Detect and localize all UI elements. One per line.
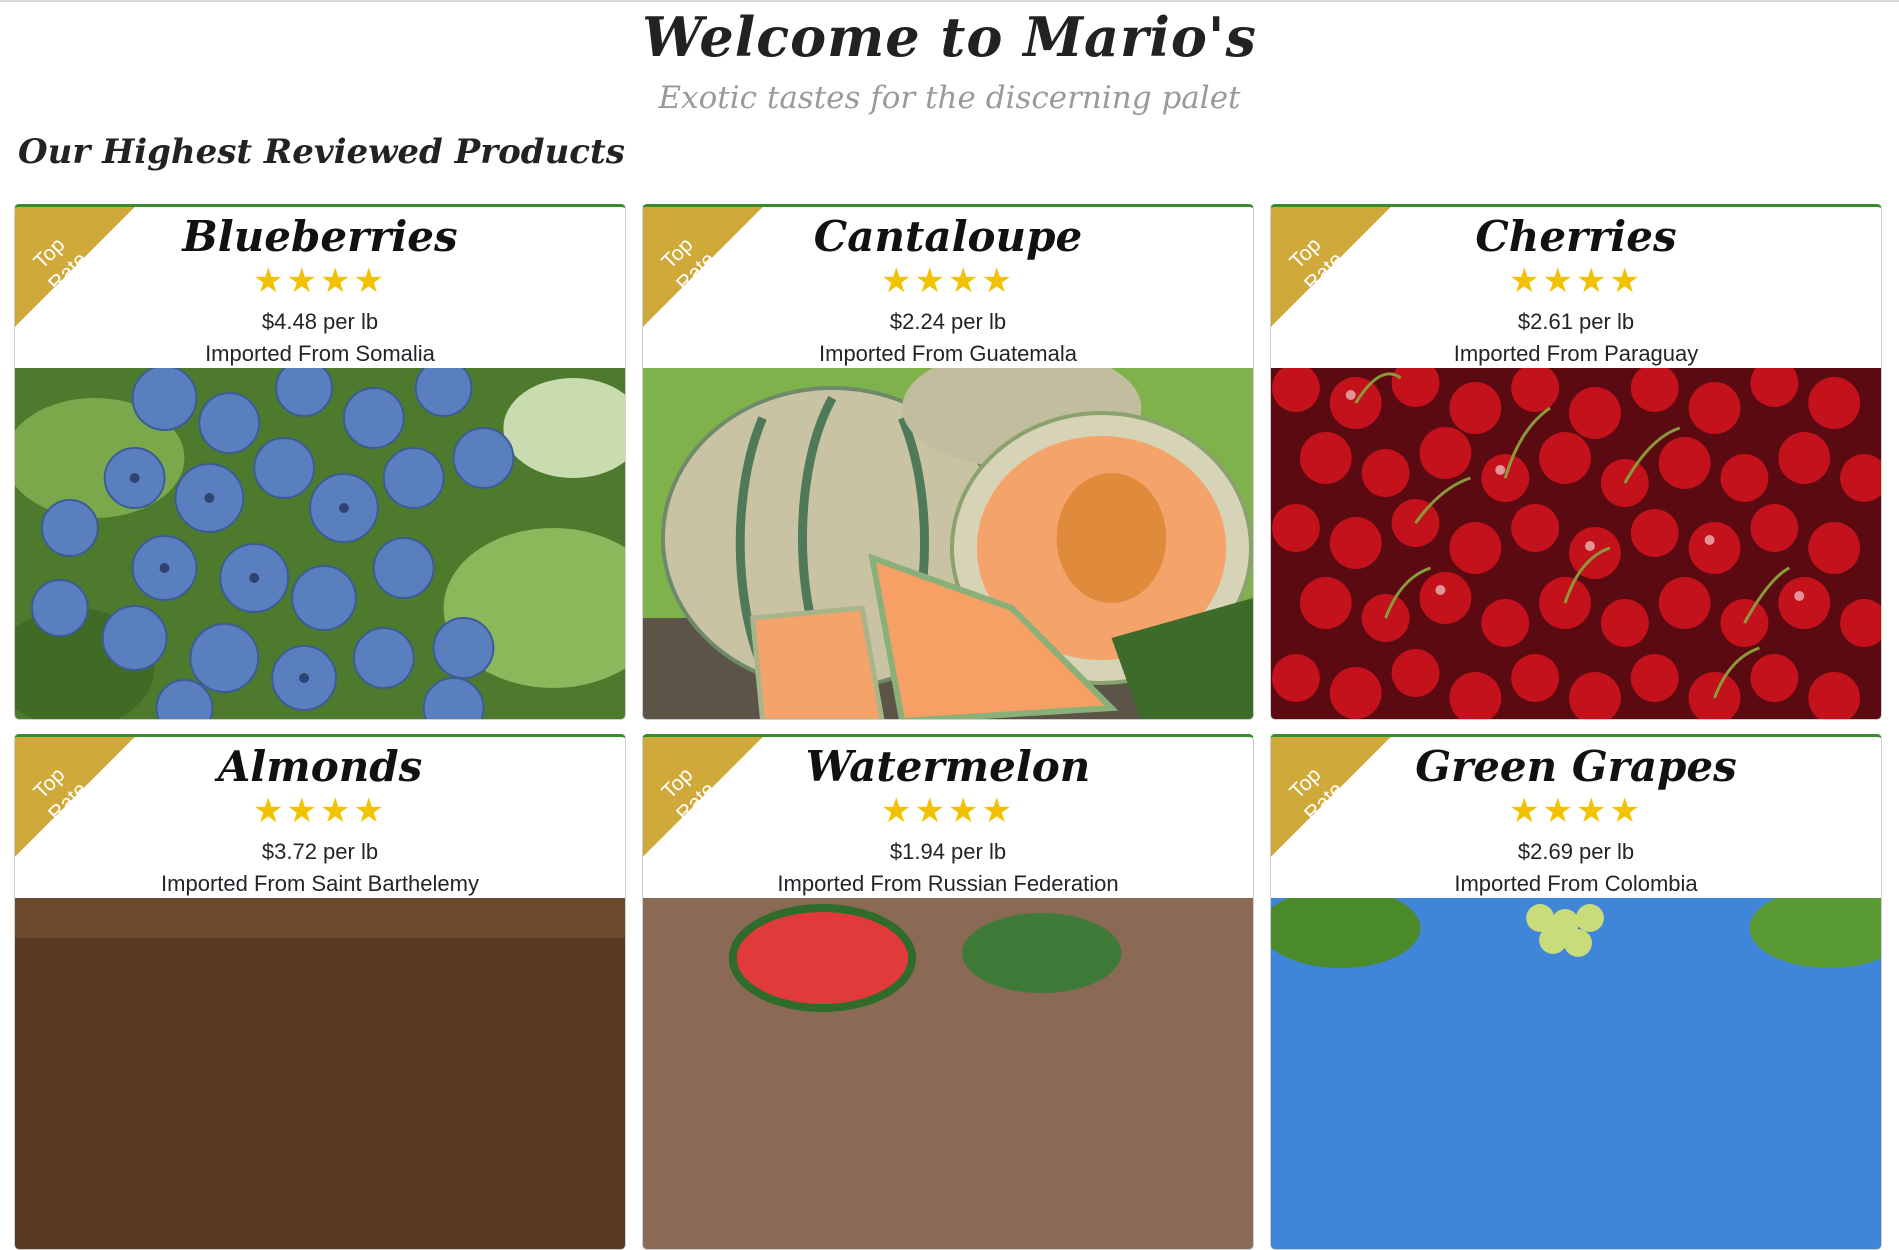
top-rate-ribbon: Top Rate [643,207,763,327]
product-card-almonds[interactable]: Top Rate Almonds ★★★★ $3.72 per lb Import… [14,734,626,1250]
product-card-cantaloupe[interactable]: Top Rate Cantaloupe ★★★★ $2.24 per lb Imp… [642,204,1254,720]
top-rate-ribbon: Top Rate [15,207,135,327]
product-image[interactable] [1271,898,1881,1249]
product-image[interactable] [1271,368,1881,719]
section-title: Our Highest Reviewed Products [18,132,625,172]
product-origin: Imported From Colombia [1454,871,1698,896]
product-origin: Imported From Saint Barthelemy [161,871,479,896]
product-image[interactable] [15,368,625,719]
product-card-watermelon[interactable]: Top Rate Watermelon ★★★★ $1.94 per lb Imp… [642,734,1254,1250]
product-image[interactable] [643,898,1253,1249]
product-card-green-grapes[interactable]: Top Rate Green Grapes ★★★★ $2.69 per lb I… [1270,734,1882,1250]
product-origin: Imported From Guatemala [819,341,1077,366]
product-card-cherries[interactable]: Top Rate Cherries ★★★★ $2.61 per lb Impor… [1270,204,1882,720]
product-grid: Top Rate Blueberries ★★★★ $4.48 per lb Im… [14,204,1882,1250]
product-origin: Imported From Russian Federation [777,871,1119,896]
product-origin: Imported From Somalia [205,341,435,366]
top-rate-ribbon: Top Rate [1271,207,1391,327]
product-card-blueberries[interactable]: Top Rate Blueberries ★★★★ $4.48 per lb Im… [14,204,626,720]
product-image[interactable] [15,898,625,1249]
product-image[interactable] [643,368,1253,719]
top-rate-ribbon: Top Rate [643,737,763,857]
site-tagline: Exotic tastes for the discerning palet [658,80,1241,116]
product-origin: Imported From Paraguay [1453,341,1699,366]
top-rate-ribbon: Top Rate [15,737,135,857]
site-title: Welcome to Mario's [642,5,1257,69]
top-rate-ribbon: Top Rate [1271,737,1391,857]
